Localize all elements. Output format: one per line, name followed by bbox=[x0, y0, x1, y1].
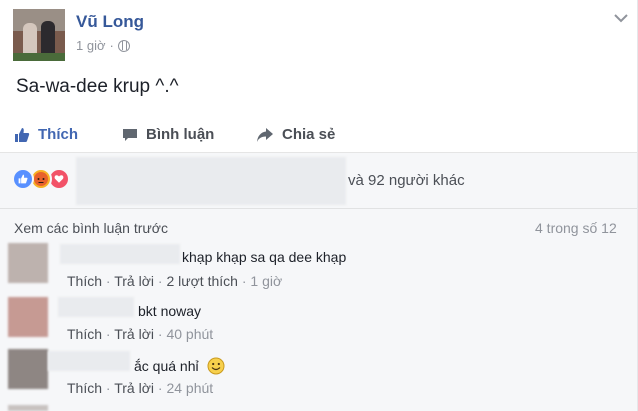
commenter-name-blurred[interactable] bbox=[60, 244, 180, 264]
post-card: Vũ Long 1 giờ · Sa-wa-dee krup ^.^ Thích… bbox=[0, 0, 638, 411]
globe-icon[interactable] bbox=[117, 39, 130, 52]
reaction-icons[interactable] bbox=[12, 168, 70, 190]
comment-item: bkt noway Thích · Trả lời · 40 phút bbox=[0, 293, 637, 347]
comments-area: và 92 người khác Xem các bình luận trước… bbox=[0, 153, 637, 411]
comment-reply-link[interactable]: Trả lời bbox=[114, 380, 154, 396]
comment-reply-link[interactable]: Trả lời bbox=[114, 273, 154, 289]
commenter-avatar[interactable] bbox=[8, 243, 48, 283]
share-button[interactable]: Chia sẻ bbox=[256, 126, 335, 143]
comment-actions: Thích · Trả lời · 40 phút bbox=[67, 326, 214, 342]
commenter-name-blurred[interactable] bbox=[48, 351, 130, 371]
post-meta: 1 giờ · bbox=[76, 38, 130, 53]
smile-emoji-icon bbox=[207, 357, 224, 375]
chevron-down-icon[interactable] bbox=[613, 12, 629, 24]
author-avatar[interactable] bbox=[13, 9, 65, 61]
comment-text-content: ắc quá nhỉ bbox=[134, 358, 199, 374]
post-time[interactable]: 1 giờ bbox=[76, 38, 106, 53]
view-previous-comments[interactable]: Xem các bình luận trước bbox=[14, 220, 168, 236]
comment-button[interactable]: Bình luận bbox=[122, 126, 637, 143]
divider bbox=[0, 208, 637, 209]
author-name[interactable]: Vũ Long bbox=[76, 12, 144, 32]
like-button[interactable]: Thích bbox=[14, 126, 78, 143]
action-bar: Thích Bình luận Chia sẻ bbox=[0, 118, 637, 152]
comment-actions: Thích · Trả lời · 2 lượt thích · 1 giờ bbox=[67, 273, 283, 289]
reaction-others[interactable]: và 92 người khác bbox=[348, 172, 465, 189]
comment-like-link[interactable]: Thích bbox=[67, 273, 102, 289]
share-arrow-icon bbox=[257, 127, 273, 142]
comment-item: ắc quá nhỉ Thích · Trả lời · 24 phút bbox=[0, 347, 637, 401]
comment-reply-link[interactable]: Trả lời bbox=[114, 326, 154, 342]
comment-like-link[interactable]: Thích bbox=[67, 380, 102, 396]
comment-like-link[interactable]: Thích bbox=[67, 326, 102, 342]
comment-text: ắc quá nhỉ bbox=[134, 357, 225, 375]
comment-label: Bình luận bbox=[146, 126, 215, 143]
commenter-avatar[interactable] bbox=[8, 297, 48, 337]
share-label: Chia sẻ bbox=[282, 126, 336, 143]
comment-time[interactable]: 24 phút bbox=[166, 380, 213, 396]
like-label: Thích bbox=[38, 126, 78, 143]
comment-item-partial bbox=[8, 405, 48, 411]
comment-item: khạp khạp sa qa dee khạp Thích · Trả lời… bbox=[0, 241, 637, 291]
comment-time[interactable]: 40 phút bbox=[166, 326, 213, 342]
comment-like-count[interactable]: 2 lượt thích bbox=[166, 273, 237, 289]
comment-time[interactable]: 1 giờ bbox=[250, 273, 282, 289]
dot-separator: · bbox=[109, 38, 114, 53]
comment-actions: Thích · Trả lời · 24 phút bbox=[67, 380, 214, 396]
comment-text: bkt noway bbox=[138, 303, 202, 319]
reactor-names-blurred[interactable] bbox=[76, 157, 346, 205]
commenter-name-blurred[interactable] bbox=[58, 297, 134, 317]
post-header: Vũ Long 1 giờ · bbox=[0, 0, 637, 61]
comment-count: 4 trong số 12 bbox=[535, 220, 617, 236]
thumbs-up-icon bbox=[15, 127, 30, 142]
commenter-avatar[interactable] bbox=[8, 349, 48, 389]
comment-text: khạp khạp sa qa dee khạp bbox=[182, 249, 347, 265]
post-text: Sa-wa-dee krup ^.^ bbox=[16, 76, 179, 97]
comment-icon bbox=[123, 128, 137, 141]
like-icon bbox=[12, 168, 34, 190]
